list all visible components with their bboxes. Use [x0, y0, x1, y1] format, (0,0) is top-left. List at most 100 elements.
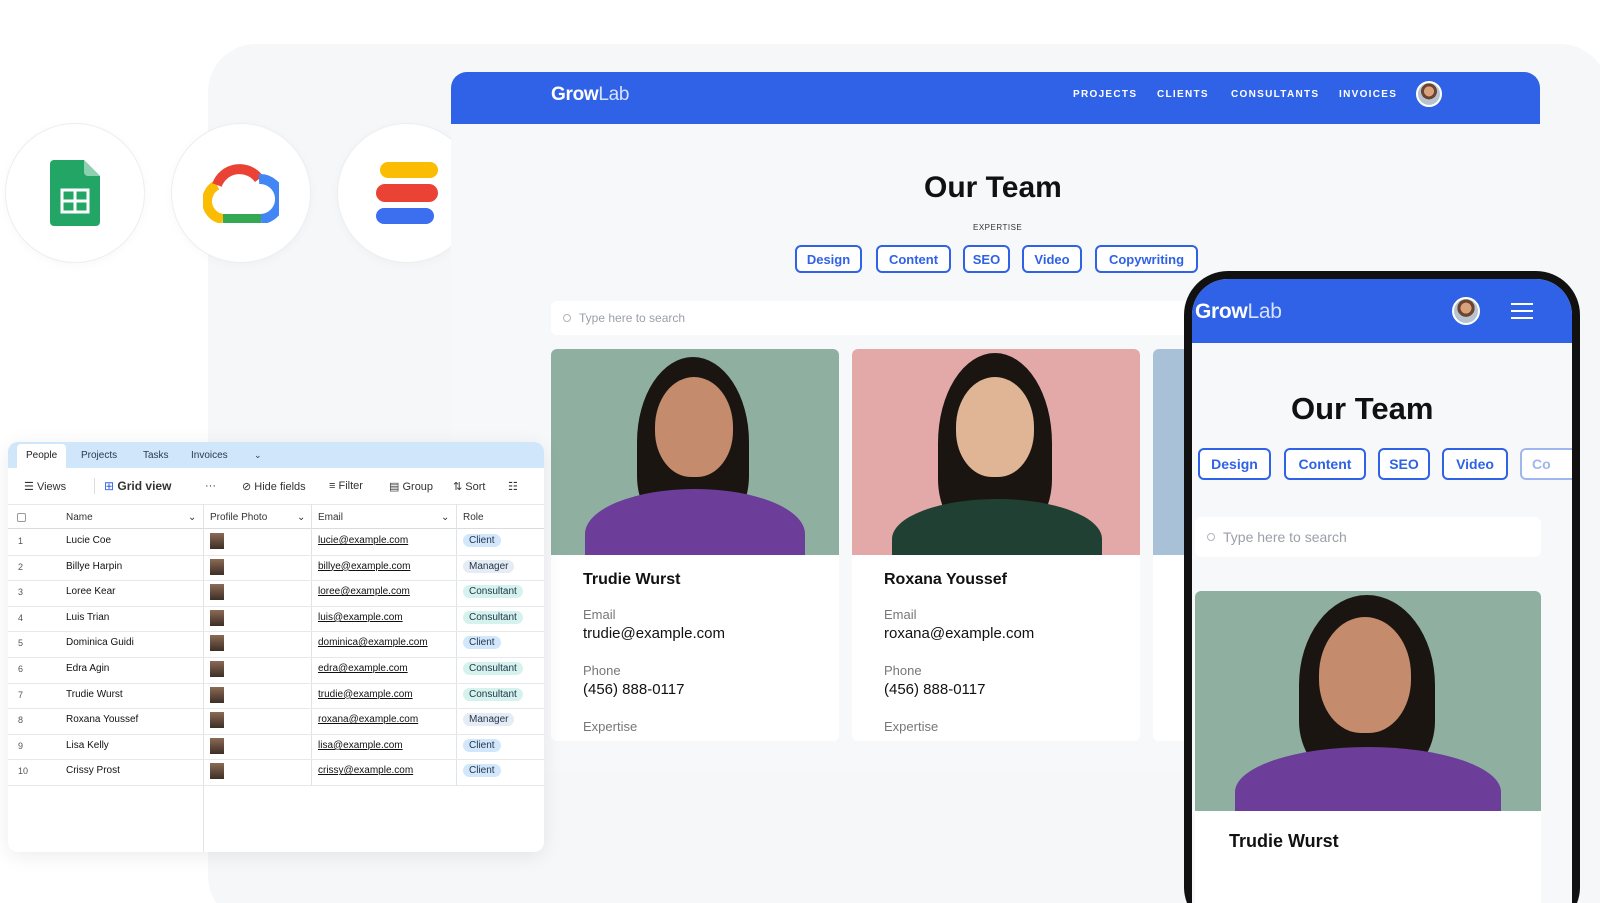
email-cell[interactable]: roxana@example.com: [318, 714, 418, 725]
col-header-role[interactable]: Role: [463, 512, 484, 523]
sort-button[interactable]: ⇅ Sort: [453, 480, 485, 493]
hide-fields-button[interactable]: ⊘ Hide fields: [242, 480, 306, 493]
name-cell[interactable]: Luis Trian: [66, 612, 109, 623]
name-cell[interactable]: Edra Agin: [66, 663, 109, 674]
email-value: roxana@example.com: [884, 625, 1035, 642]
more-options-button[interactable]: ···: [205, 480, 216, 492]
role-badge[interactable]: Client: [463, 636, 501, 650]
expertise-label: EXPERTISE: [973, 223, 1023, 232]
chevron-down-icon[interactable]: ⌄: [297, 512, 305, 523]
filter-content[interactable]: Content: [876, 245, 951, 273]
filter-video[interactable]: Video: [1022, 245, 1082, 273]
profile-photo-thumb[interactable]: [210, 763, 224, 780]
nav-consultants[interactable]: CONSULTANTS: [1231, 89, 1319, 100]
name-cell[interactable]: Dominica Guidi: [66, 637, 134, 648]
nav-projects[interactable]: PROJECTS: [1073, 89, 1137, 100]
email-cell[interactable]: loree@example.com: [318, 586, 410, 597]
profile-photo-thumb[interactable]: [210, 609, 224, 626]
team-card[interactable]: Trudie Wurst Email trudie@example.com Ph…: [551, 349, 839, 741]
role-badge[interactable]: Consultant: [463, 610, 523, 624]
email-cell[interactable]: lucie@example.com: [318, 535, 408, 546]
grid-view-button[interactable]: ⊞ Grid view: [104, 479, 171, 493]
role-badge[interactable]: Consultant: [463, 585, 523, 599]
chevron-down-icon[interactable]: ⌄: [441, 512, 449, 523]
grid-line: [8, 605, 544, 607]
user-avatar[interactable]: [1452, 297, 1480, 325]
role-badge[interactable]: Client: [463, 764, 501, 778]
profile-photo-thumb[interactable]: [210, 737, 224, 754]
email-cell[interactable]: crissy@example.com: [318, 765, 413, 776]
views-button[interactable]: ☰ Views: [24, 480, 66, 493]
spreadsheet-panel: People Projects Tasks Invoices ⌄ ☰ Views…: [8, 442, 544, 852]
name-cell[interactable]: Trudie Wurst: [66, 689, 123, 700]
hamburger-menu-icon[interactable]: [1511, 303, 1533, 319]
tab-invoices[interactable]: Invoices: [191, 450, 228, 461]
email-cell[interactable]: trudie@example.com: [318, 689, 413, 700]
col-header-email[interactable]: Email: [318, 512, 343, 523]
role-badge[interactable]: Consultant: [463, 662, 523, 675]
filter-content[interactable]: Content: [1284, 448, 1366, 480]
search-placeholder: Type here to search: [1223, 529, 1347, 545]
filter-video[interactable]: Video: [1442, 448, 1508, 480]
filter-design[interactable]: Design: [1198, 448, 1271, 480]
row-number: 9: [18, 740, 24, 751]
group-button[interactable]: ▤ Group: [389, 480, 433, 493]
col-header-name[interactable]: Name: [66, 512, 93, 523]
name-cell[interactable]: Billye Harpin: [66, 561, 122, 572]
filter-button[interactable]: ≡ Filter: [329, 480, 363, 492]
email-cell[interactable]: billye@example.com: [318, 561, 410, 572]
name-cell[interactable]: Lucie Coe: [66, 535, 111, 546]
role-badge[interactable]: Manager: [463, 559, 515, 573]
chevron-down-icon[interactable]: ⌄: [254, 450, 262, 461]
logo-grow: Grow: [551, 84, 599, 105]
filter-copywriting[interactable]: Co: [1520, 448, 1572, 480]
select-all-checkbox[interactable]: [17, 513, 26, 522]
profile-photo-thumb[interactable]: [210, 635, 224, 652]
role-badge[interactable]: Manager: [463, 713, 515, 727]
filter-design[interactable]: Design: [795, 245, 862, 273]
profile-photo-thumb[interactable]: [210, 712, 224, 729]
filter-seo[interactable]: SEO: [963, 245, 1010, 273]
name-cell[interactable]: Roxana Youssef: [66, 714, 138, 725]
search-input[interactable]: Type here to search: [1195, 517, 1541, 557]
col-header-photo[interactable]: Profile Photo: [210, 512, 267, 523]
profile-photo: [551, 349, 839, 555]
role-badge[interactable]: Client: [463, 534, 501, 547]
profile-photo-thumb[interactable]: [210, 686, 224, 703]
nav-clients[interactable]: CLIENTS: [1157, 89, 1209, 100]
filter-seo[interactable]: SEO: [1378, 448, 1430, 480]
tab-tasks[interactable]: Tasks: [143, 450, 169, 461]
role-badge[interactable]: Client: [463, 738, 501, 752]
email-cell[interactable]: lisa@example.com: [318, 740, 403, 751]
tab-people[interactable]: People: [17, 444, 67, 468]
name-cell[interactable]: Lisa Kelly: [66, 740, 109, 751]
chevron-down-icon[interactable]: ⌄: [188, 512, 196, 523]
email-cell[interactable]: dominica@example.com: [318, 637, 428, 648]
team-card[interactable]: Roxana Youssef Email roxana@example.com …: [852, 349, 1140, 741]
nav-invoices[interactable]: INVOICES: [1339, 89, 1397, 100]
expertise-label: Expertise: [583, 719, 638, 734]
row-height-icon[interactable]: ☷: [508, 480, 518, 493]
profile-photo-thumb[interactable]: [210, 558, 224, 575]
role-badge[interactable]: Consultant: [463, 687, 523, 701]
user-avatar[interactable]: [1416, 81, 1442, 107]
profile-photo-thumb[interactable]: [210, 584, 224, 601]
name-cell[interactable]: Loree Kear: [66, 586, 115, 597]
email-label: Email: [583, 607, 616, 622]
tab-projects[interactable]: Projects: [81, 450, 117, 461]
profile-photo-thumb[interactable]: [210, 661, 224, 677]
group-label: Group: [402, 481, 434, 493]
grid-line: [8, 708, 544, 710]
email-cell[interactable]: edra@example.com: [318, 663, 408, 674]
email-label: Email: [884, 607, 917, 622]
search-input[interactable]: Type here to search: [551, 301, 1191, 335]
growlab-logo[interactable]: GrowLab: [1195, 300, 1282, 324]
grid-icon: ⊞: [104, 479, 115, 493]
name-cell[interactable]: Crissy Prost: [66, 765, 120, 776]
team-card[interactable]: Trudie Wurst: [1195, 591, 1541, 903]
row-number: 5: [18, 638, 24, 649]
growlab-logo[interactable]: GrowLab: [551, 84, 629, 106]
email-cell[interactable]: luis@example.com: [318, 612, 403, 623]
filter-copywriting[interactable]: Copywriting: [1095, 245, 1198, 273]
profile-photo-thumb[interactable]: [210, 533, 224, 549]
